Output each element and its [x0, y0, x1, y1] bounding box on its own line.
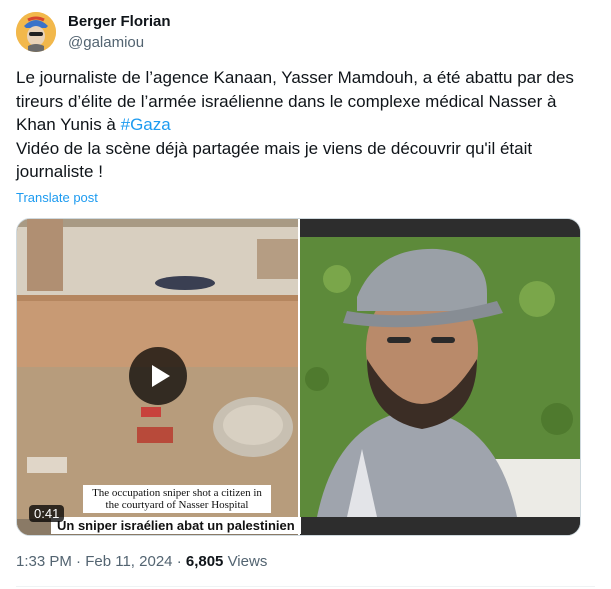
hashtag-link[interactable]: #Gaza [121, 115, 171, 134]
post-text-paragraph-1: Le journaliste de l’agence Kanaan, Yasse… [16, 66, 586, 137]
post-date[interactable]: Feb 11, 2024 [85, 553, 172, 570]
avatar-illustration-icon [16, 12, 56, 52]
post-text: Le journaliste de l’agence Kanaan, Yasse… [16, 66, 586, 184]
post-time[interactable]: 1:33 PM [16, 553, 72, 570]
meta-separator: · [76, 553, 82, 570]
video-duration: 0:41 [29, 505, 65, 522]
translate-post-link[interactable]: Translate post [16, 190, 98, 205]
views-label[interactable]: Views [228, 553, 268, 570]
video-banner: Un sniper israélien abat un palestinien [51, 517, 301, 534]
views-count[interactable]: 6,805 [186, 553, 224, 570]
media-grid[interactable]: The occupation sniper shot a citizen in … [16, 218, 581, 536]
meta-separator: · [176, 553, 182, 570]
post-meta: 1:33 PM · Feb 11, 2024 · 6,805 Views [16, 553, 267, 570]
tweet: Berger Florian @galamiou Le journaliste … [0, 0, 611, 589]
portrait-photo[interactable] [300, 219, 580, 535]
video-caption: The occupation sniper shot a citizen in … [83, 485, 271, 513]
play-icon[interactable] [129, 347, 187, 405]
author-handle[interactable]: @galamiou [68, 34, 144, 51]
post-text-main: Le journaliste de l’agence Kanaan, Yasse… [16, 68, 574, 134]
post-text-paragraph-2: Vidéo de la scène déjà partagée mais je … [16, 138, 533, 182]
author-name[interactable]: Berger Florian [68, 13, 171, 30]
divider [16, 586, 595, 587]
avatar[interactable] [16, 12, 56, 52]
